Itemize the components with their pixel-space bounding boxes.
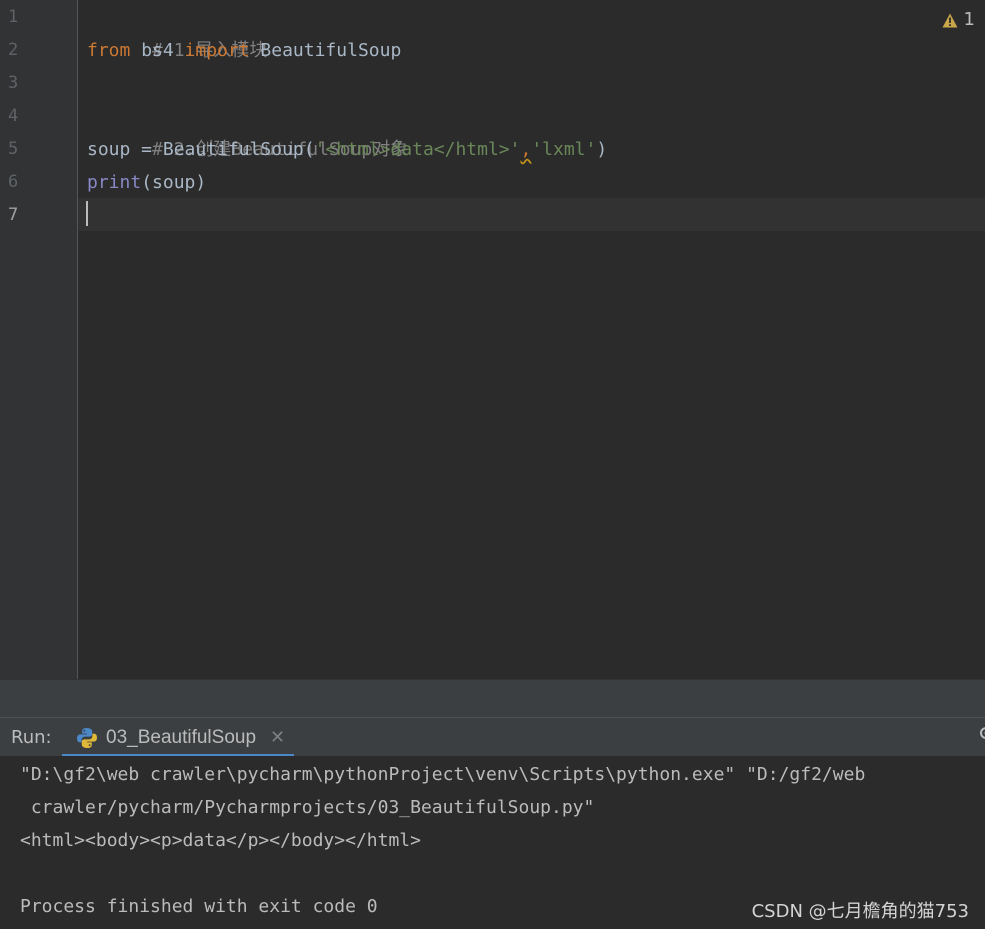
panel-splitter[interactable] <box>0 679 985 717</box>
warning-count: 1 <box>963 8 975 30</box>
text-caret <box>86 201 88 226</box>
keyword-import: import <box>184 40 250 61</box>
line-number: 6 <box>8 172 19 192</box>
code-line-2[interactable]: from bs4 import BeautifulSoup <box>87 34 401 67</box>
string-literal: '<html>data</html>' <box>314 139 521 160</box>
line-number: 2 <box>8 40 19 60</box>
comma-warning[interactable]: , <box>520 139 531 160</box>
line-number: 4 <box>8 106 19 126</box>
run-console[interactable]: "D:\gf2\web crawler\pycharm\pythonProjec… <box>0 756 985 929</box>
run-toolwindow-header: Run: 03_BeautifulSoup ✕ <box>0 717 985 757</box>
code-line-4[interactable]: # 2.创建BeautifulSoup对象 <box>87 100 408 160</box>
pycharm-window: 1 2 3 4 5 6 7 # 1.导入模块 from bs4 import B… <box>0 0 985 929</box>
warning-icon <box>942 12 958 27</box>
code-line-6[interactable]: print(soup) <box>87 166 206 199</box>
builtin-print: print <box>87 172 142 193</box>
inspection-widget[interactable]: 1 <box>942 5 975 33</box>
line-number: 3 <box>8 73 19 93</box>
run-tab-label: 03_BeautifulSoup <box>106 726 257 748</box>
console-line: crawler/pycharm/Pycharmprojects/03_Beaut… <box>20 797 595 818</box>
line-number-current: 7 <box>8 205 19 225</box>
code-line-1[interactable]: # 1.导入模块 <box>87 1 267 61</box>
close-paren: ) <box>596 139 608 160</box>
watermark: CSDN @七月檐角的猫753 <box>751 901 969 922</box>
code-editor[interactable]: 1 2 3 4 5 6 7 # 1.导入模块 from bs4 import B… <box>0 0 985 679</box>
console-line: <html><body><p>data</p></body></html> <box>20 830 421 851</box>
console-line: Process finished with exit code 0 <box>20 896 378 917</box>
line-number: 1 <box>8 7 19 27</box>
assignment: soup = BeautifulSoup( <box>87 139 315 160</box>
gear-icon[interactable] <box>979 726 985 740</box>
module-name: bs4 <box>130 40 185 61</box>
code-line-5[interactable]: soup = BeautifulSoup('<html>data</html>'… <box>87 133 607 166</box>
string-literal: 'lxml' <box>531 139 597 160</box>
line-number: 5 <box>8 139 19 159</box>
call-args: (soup) <box>141 172 207 193</box>
imported-name: BeautifulSoup <box>249 40 402 61</box>
python-icon <box>76 727 98 749</box>
run-tab[interactable]: 03_BeautifulSoup ✕ <box>62 718 294 757</box>
keyword-from: from <box>87 40 131 61</box>
close-icon[interactable]: ✕ <box>270 727 285 748</box>
current-line-highlight <box>78 198 985 231</box>
run-label: Run: <box>11 727 52 748</box>
console-line: "D:\gf2\web crawler\pycharm\pythonProjec… <box>20 764 866 785</box>
gutter-divider <box>77 0 78 679</box>
